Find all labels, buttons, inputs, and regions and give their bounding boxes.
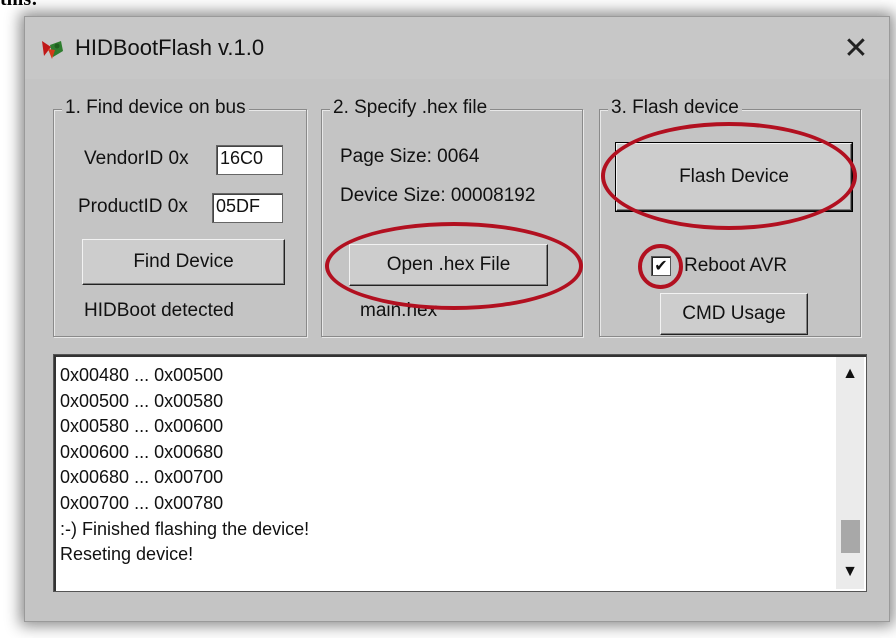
- vendor-id-field[interactable]: 16C0: [216, 145, 283, 175]
- page-text-fragment: this:: [0, 0, 38, 11]
- log-output[interactable]: 0x00480 ... 0x00500 0x00500 ... 0x00580 0x…: [53, 354, 867, 592]
- hex-file-legend: 2. Specify .hex file: [330, 97, 491, 119]
- scroll-down-icon[interactable]: ▼: [836, 559, 864, 585]
- log-line: 0x00600 ... 0x00680: [60, 441, 224, 462]
- product-id-field[interactable]: 05DF: [212, 193, 283, 223]
- flash-device-legend: 3. Flash device: [608, 97, 742, 119]
- device-status-text: HIDBoot detected: [84, 300, 234, 321]
- product-id-label: ProductID 0x: [78, 196, 188, 217]
- log-line: 0x00700 ... 0x00780: [60, 492, 224, 513]
- log-line: 0x00580 ... 0x00600: [60, 416, 224, 437]
- scroll-thumb[interactable]: [841, 520, 860, 553]
- page-size-text: Page Size: 0064: [340, 146, 480, 167]
- hidbootflash-window: HIDBootFlash v.1.0 ✕ 1. Find device on b…: [24, 16, 890, 622]
- device-size-text: Device Size: 00008192: [340, 185, 536, 206]
- find-device-button[interactable]: Find Device: [82, 239, 285, 285]
- app-icon: [42, 41, 63, 59]
- log-line: 0x00500 ... 0x00580: [60, 390, 224, 411]
- log-line: Reseting device!: [60, 544, 194, 565]
- flash-device-group: 3. Flash device Flash Device ✔ Reboot AV…: [599, 97, 861, 337]
- scroll-up-icon[interactable]: ▲: [836, 361, 864, 387]
- vendor-id-label: VendorID 0x: [84, 148, 189, 169]
- hex-file-name: main.hex: [360, 300, 438, 321]
- reboot-avr-checkbox[interactable]: ✔: [651, 256, 671, 276]
- find-device-legend: 1. Find device on bus: [62, 97, 249, 119]
- find-device-group: 1. Find device on bus VendorID 0x 16C0 P…: [53, 97, 307, 337]
- hex-file-group: 2. Specify .hex file Page Size: 0064 Dev…: [321, 97, 583, 337]
- close-icon[interactable]: ✕: [831, 25, 881, 71]
- window-title: HIDBootFlash v.1.0: [75, 35, 265, 60]
- log-scrollbar[interactable]: ▲ ▼: [836, 357, 864, 589]
- flash-device-button[interactable]: Flash Device: [615, 142, 853, 212]
- cmd-usage-button[interactable]: CMD Usage: [660, 293, 808, 335]
- title-bar[interactable]: HIDBootFlash v.1.0 ✕: [25, 17, 889, 79]
- log-line: 0x00680 ... 0x00700: [60, 467, 224, 488]
- open-hex-file-button[interactable]: Open .hex File: [349, 244, 548, 286]
- log-lines: 0x00480 ... 0x00500 0x00500 ... 0x00580 0x…: [60, 363, 309, 568]
- log-line: 0x00480 ... 0x00500: [60, 365, 224, 385]
- reboot-avr-label[interactable]: Reboot AVR: [684, 255, 787, 277]
- log-line: :-) Finished flashing the device!: [60, 518, 310, 539]
